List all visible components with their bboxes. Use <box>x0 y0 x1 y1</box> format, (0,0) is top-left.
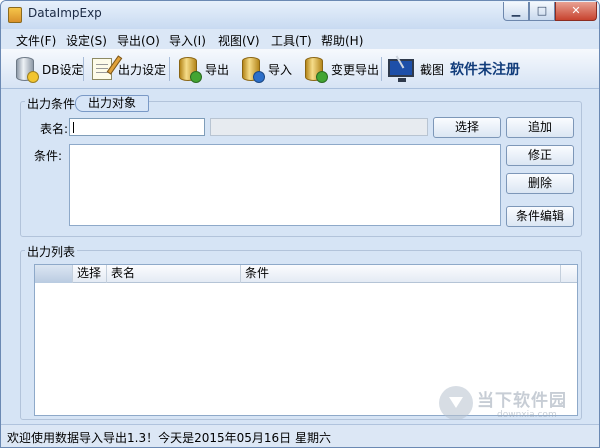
close-button[interactable]: ✕ <box>555 2 597 21</box>
table-name-label: 表名: <box>40 122 69 136</box>
toolbar-separator <box>381 57 382 81</box>
unregistered-label: 软件未注册 <box>450 62 520 78</box>
watermark: 当下软件园 downxia.com <box>439 384 589 428</box>
column-header-table-name[interactable]: 表名 <box>107 265 241 283</box>
output-list-title: 出力列表 <box>25 243 78 260</box>
app-window: DataImpExp ▁ □ ✕ 文件(F) 设定(S) 导出(O) 导入(I)… <box>0 0 600 448</box>
maximize-button[interactable]: □ <box>529 2 555 21</box>
import-button[interactable]: 导入 <box>239 53 292 85</box>
app-icon <box>8 7 22 23</box>
toolbar-separator <box>83 57 84 81</box>
database-gear-icon <box>13 55 39 83</box>
window-title: DataImpExp <box>28 6 102 20</box>
monitor-screenshot-icon <box>387 55 417 83</box>
condition-edit-button[interactable]: 条件编辑 <box>506 206 574 227</box>
add-button[interactable]: 追加 <box>506 117 574 138</box>
change-export-button[interactable]: 变更导出 <box>302 53 379 85</box>
select-button[interactable]: 选择 <box>433 117 501 138</box>
menu-import[interactable]: 导入(I) <box>169 32 206 49</box>
menu-export[interactable]: 导出(O) <box>117 32 160 49</box>
column-header-condition[interactable]: 条件 <box>241 265 561 283</box>
table-name-display <box>210 118 428 136</box>
database-import-icon <box>239 55 265 83</box>
condition-label: 条件: <box>34 149 63 163</box>
grid-header: 选择 表名 条件 <box>35 265 577 283</box>
minimize-button[interactable]: ▁ <box>503 2 529 21</box>
menu-view[interactable]: 视图(V) <box>218 32 260 49</box>
text-caret <box>73 122 74 133</box>
database-change-icon <box>302 55 328 83</box>
status-message: 欢迎使用数据导入导出1.3！今天是2015年05月16日 星期六 <box>7 431 331 445</box>
grid-corner-cell[interactable] <box>35 265 73 283</box>
title-bar: DataImpExp ▁ □ ✕ <box>1 1 599 29</box>
menu-tools[interactable]: 工具(T) <box>271 32 312 49</box>
output-settings-button[interactable]: 出力设定 <box>89 53 166 85</box>
menu-bar: 文件(F) 设定(S) 导出(O) 导入(I) 视图(V) 工具(T) 帮助(H… <box>1 29 599 49</box>
tab-output-object[interactable]: 出力对象 <box>75 95 149 112</box>
notepad-pen-icon <box>89 55 123 83</box>
condition-textarea[interactable] <box>69 144 501 226</box>
delete-button[interactable]: 删除 <box>506 173 574 194</box>
screenshot-button[interactable]: 截图 <box>387 53 444 85</box>
database-export-icon <box>176 55 202 83</box>
menu-settings[interactable]: 设定(S) <box>66 32 107 49</box>
table-name-input[interactable] <box>69 118 205 136</box>
menu-file[interactable]: 文件(F) <box>16 32 56 49</box>
watermark-brand: 当下软件园 <box>477 391 567 411</box>
menu-help[interactable]: 帮助(H) <box>321 32 363 49</box>
export-button[interactable]: 导出 <box>176 53 229 85</box>
watermark-url: downxia.com <box>497 410 557 420</box>
modify-button[interactable]: 修正 <box>506 145 574 166</box>
output-condition-title: 出力条件 <box>25 95 78 112</box>
column-header-select[interactable]: 选择 <box>73 265 107 283</box>
toolbar-separator <box>169 57 170 81</box>
status-bar: 欢迎使用数据导入导出1.3！今天是2015年05月16日 星期六 <box>1 424 599 447</box>
download-logo-icon <box>439 386 473 420</box>
db-settings-button[interactable]: DB设定 <box>13 53 83 85</box>
